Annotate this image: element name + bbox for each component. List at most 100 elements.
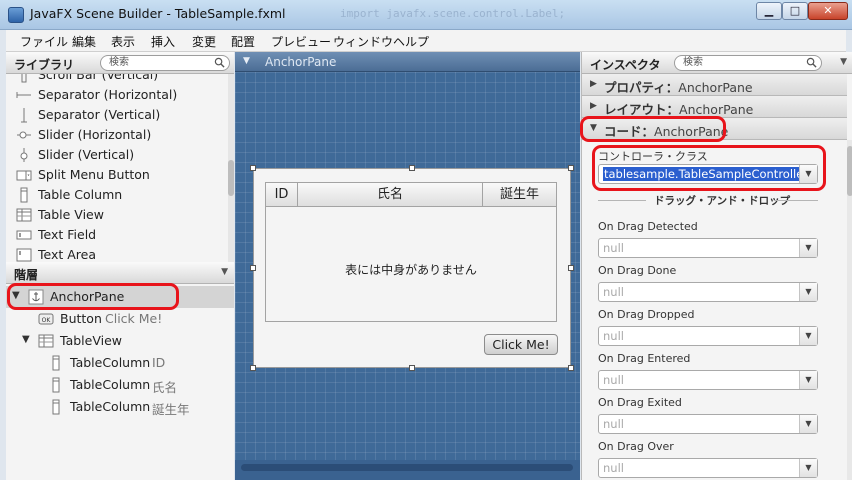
inspector-header: インスペクタ 検索 ▼ [582,52,852,74]
on-drag-done-value: null [603,285,624,299]
inspector-scroll-thumb[interactable] [847,146,852,196]
menu-view[interactable]: 表示 [111,33,135,50]
canvas-horizontal-scrollbar[interactable] [241,464,573,471]
hierarchy-menu-icon[interactable]: ▼ [221,267,228,277]
library-scrollbar[interactable] [228,74,234,262]
resize-handle-s[interactable] [409,365,415,371]
hierarchy-item-tablecolumn-birthyear[interactable]: TableColumn 誕生年 [6,396,234,418]
hierarchy-item-tablecolumn-id[interactable]: TableColumn ID [6,352,234,374]
column-header-birthyear[interactable]: 誕生年 [483,183,556,207]
chevron-down-icon[interactable]: ▼ [799,415,817,433]
library-item-text-area[interactable]: Text Area [14,245,224,262]
menu-arrange[interactable]: 配置 [231,33,255,50]
hierarchy-item-tableview[interactable]: ▼ TableView [6,330,234,352]
design-canvas[interactable]: ▼ AnchorPane ID 氏名 誕生年 表には中身がありません Click… [235,52,580,480]
on-drag-done-label: On Drag Done [598,264,677,277]
maximize-button[interactable]: □ [782,2,808,20]
breadcrumb[interactable]: AnchorPane [265,55,336,69]
table-view-icon [16,208,32,222]
breadcrumb-menu-icon[interactable]: ▼ [243,56,250,66]
on-drag-entered-combo[interactable]: null ▼ [598,370,818,390]
library-item-label: Separator (Vertical) [38,107,161,122]
column-header-id[interactable]: ID [266,183,298,207]
section-properties[interactable]: ▶ プロパティ：AnchorPane [582,74,847,96]
on-drag-exited-combo[interactable]: null ▼ [598,414,818,434]
app-icon [8,7,24,23]
library-item-split-menu-button[interactable]: Split Menu Button [14,165,224,185]
title-bar: JavaFX Scene Builder - TableSample.fxml … [0,0,852,30]
on-drag-entered-label: On Drag Entered [598,352,691,365]
resize-handle-sw[interactable] [250,365,256,371]
inspector-scrollbar[interactable] [847,140,852,480]
close-button[interactable]: ✕ [808,2,848,20]
highlight-controller-class [592,145,826,191]
resize-handle-n[interactable] [409,165,415,171]
on-drag-over-value: null [603,461,624,475]
library-item-table-column[interactable]: Table Column [14,185,224,205]
column-header-name[interactable]: 氏名 [298,183,483,207]
menu-insert[interactable]: 挿入 [151,33,175,50]
menu-file[interactable]: ファイル [20,33,68,50]
dnd-section-title: ドラッグ・アンド・ドロップ [598,193,818,207]
text-area-icon [16,248,32,262]
table-column-icon [52,377,60,393]
menu-window[interactable]: ウィンドウ [333,33,393,50]
hierarchy-item-button[interactable]: OK Button Click Me! [6,308,234,330]
on-drag-detected-combo[interactable]: null ▼ [598,238,818,258]
resize-handle-e[interactable] [568,265,574,271]
minimize-button[interactable]: ▁ [756,2,782,20]
resize-handle-w[interactable] [250,265,256,271]
library-item-separator-horizontal[interactable]: Separator (Horizontal) [14,85,224,105]
library-item-label: Slider (Horizontal) [38,127,152,142]
library-search-input[interactable]: 検索 [100,55,230,71]
menu-modify[interactable]: 変更 [192,33,216,50]
on-drag-dropped-combo[interactable]: null ▼ [598,326,818,346]
dnd-section-label: ドラッグ・アンド・ドロップ [654,195,791,207]
library-search-placeholder: 検索 [109,57,129,68]
expand-arrow-icon[interactable]: ▼ [22,334,30,345]
menu-bar: ファイル 編集 表示 挿入 変更 配置 プレビュー ウィンドウ ヘルプ [6,30,846,52]
slider-v-icon [20,148,28,162]
menu-edit[interactable]: 編集 [72,33,96,50]
separator-h-icon [16,92,31,98]
library-item-text-field[interactable]: Text Field [14,225,224,245]
inspector-search-placeholder: 検索 [683,57,703,68]
table-column-icon [20,187,28,203]
library-scroll-thumb[interactable] [228,160,234,196]
resize-handle-se[interactable] [568,365,574,371]
canvas-header: ▼ AnchorPane [235,52,580,72]
chevron-down-icon[interactable]: ▼ [799,371,817,389]
library-item-slider-vertical[interactable]: Slider (Vertical) [14,145,224,165]
divider [598,200,646,201]
inspector-title: インスペクタ [590,58,661,72]
chevron-down-icon[interactable]: ▼ [799,283,817,301]
table-view-preview[interactable]: ID 氏名 誕生年 表には中身がありません [265,182,557,322]
library-item-separator-vertical[interactable]: Separator (Vertical) [14,105,224,125]
separator-v-icon [21,108,27,123]
on-drag-done-combo[interactable]: null ▼ [598,282,818,302]
table-view-icon [38,334,54,348]
search-icon [214,57,225,68]
library-item-table-view[interactable]: Table View [14,205,224,225]
hierarchy-item-tablecolumn-name[interactable]: TableColumn 氏名 [6,374,234,396]
hierarchy-item-detail: Click Me! [105,311,163,326]
resize-handle-nw[interactable] [250,165,256,171]
on-drag-over-combo[interactable]: null ▼ [598,458,818,478]
on-drag-detected-label: On Drag Detected [598,220,698,233]
chevron-down-icon[interactable]: ▼ [799,327,817,345]
menu-help[interactable]: ヘルプ [393,33,429,50]
section-layout[interactable]: ▶ レイアウト：AnchorPane [582,96,847,118]
library-item-scrollbar-vertical[interactable]: Scroll Bar (Vertical) [14,74,224,85]
click-me-button[interactable]: Click Me! [484,334,558,355]
library-item-label: Table Column [38,187,123,202]
inspector-search-input[interactable]: 検索 [674,55,822,71]
resize-handle-ne[interactable] [568,165,574,171]
svg-text:OK: OK [42,317,52,324]
inspector-menu-icon[interactable]: ▼ [840,57,847,67]
chevron-down-icon[interactable]: ▼ [799,239,817,257]
hierarchy-item-detail: 誕生年 [152,402,190,417]
search-icon [806,57,817,68]
menu-preview[interactable]: プレビュー [271,33,331,50]
chevron-down-icon[interactable]: ▼ [799,459,817,477]
library-item-slider-horizontal[interactable]: Slider (Horizontal) [14,125,224,145]
